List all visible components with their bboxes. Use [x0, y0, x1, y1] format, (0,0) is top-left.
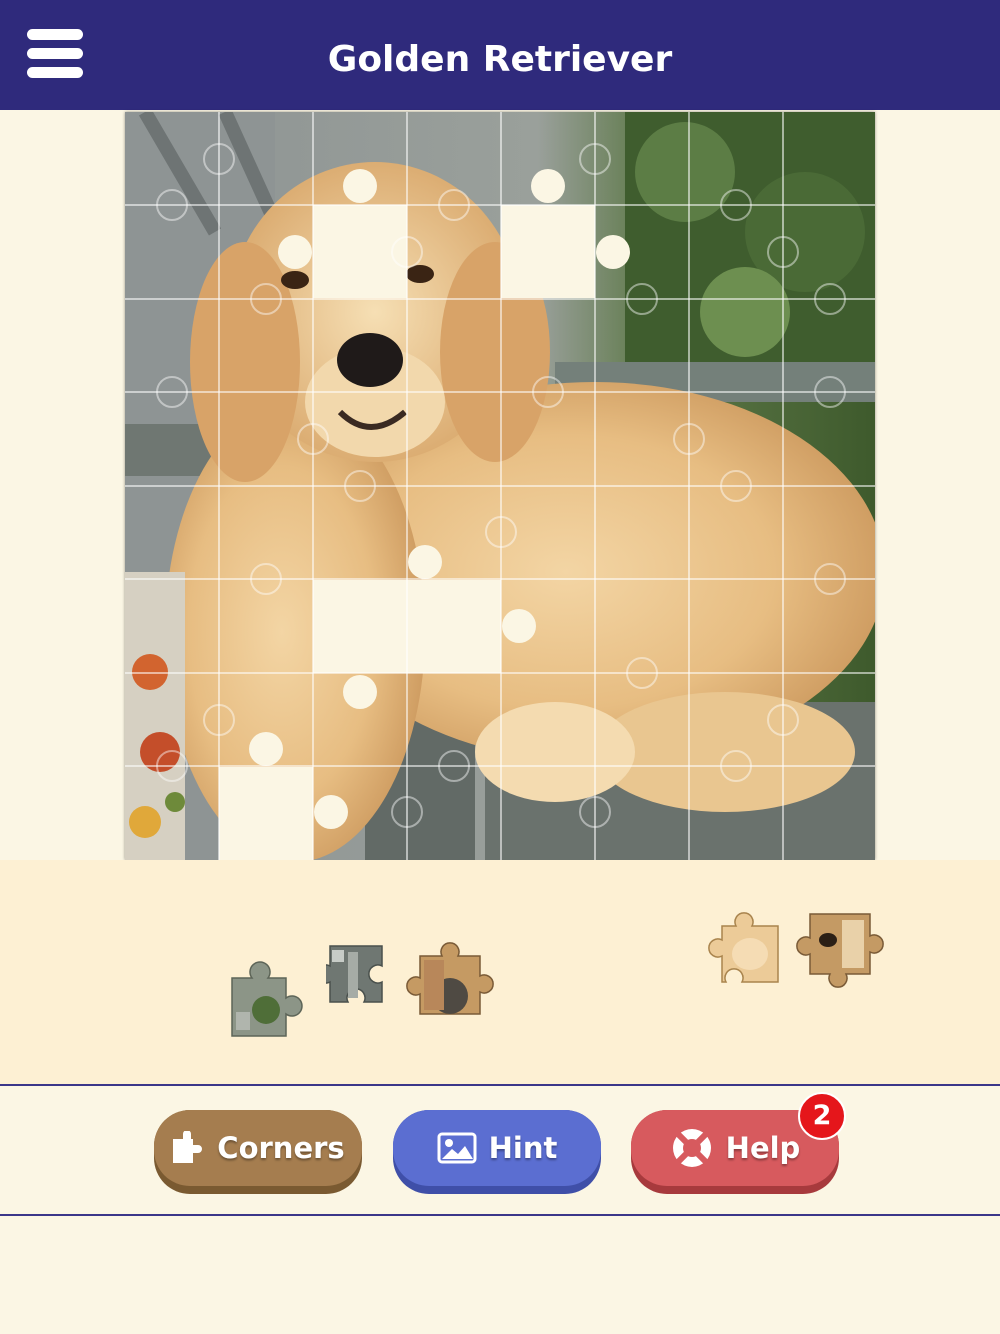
help-label: Help — [725, 1131, 801, 1165]
picture-icon — [437, 1132, 477, 1164]
tray-piece-4[interactable] — [700, 904, 782, 986]
footer-area — [0, 1216, 1000, 1334]
lifebuoy-icon — [672, 1129, 711, 1167]
corners-button[interactable]: Corners — [154, 1110, 362, 1194]
hint-button[interactable]: Hint — [393, 1110, 601, 1194]
corners-label: Corners — [217, 1131, 345, 1165]
bottom-toolbar: Corners Hint Help — [0, 1086, 1000, 1216]
tray-piece-2[interactable] — [326, 944, 388, 1026]
puzzle-title: Golden Retriever — [327, 39, 673, 80]
hamburger-menu-icon[interactable] — [24, 26, 86, 82]
hint-label: Hint — [488, 1131, 558, 1165]
tray-piece-3[interactable] — [400, 938, 500, 1018]
puzzle-board[interactable] — [125, 112, 875, 860]
top-app-bar: Golden Retriever — [0, 0, 1000, 110]
tray-piece-1[interactable] — [228, 960, 308, 1040]
corner-piece-icon — [173, 1131, 203, 1163]
tray-piece-5[interactable] — [790, 912, 890, 994]
help-count-badge: 2 — [798, 1092, 846, 1140]
puzzle-image — [125, 112, 875, 860]
piece-tray — [0, 860, 1000, 1086]
